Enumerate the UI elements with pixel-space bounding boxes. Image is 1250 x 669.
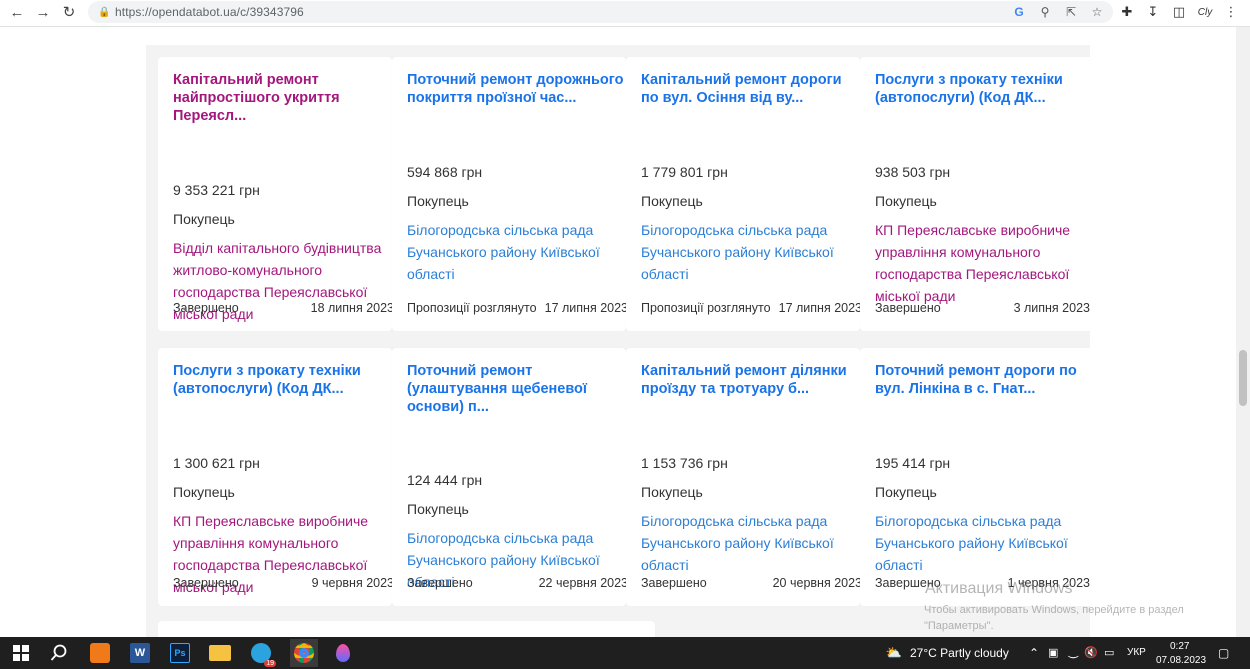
network-icon[interactable]: ⏝ — [1068, 646, 1079, 659]
tender-card[interactable]: Поточний ремонт дорожнього покриття прої… — [392, 57, 629, 331]
buyer-link[interactable]: Білогородська сільська рада Бучанського … — [641, 510, 863, 576]
buyer-link[interactable]: Білогородська сільська рада Бучанського … — [407, 219, 629, 285]
bookmark-star-icon[interactable]: ☆ — [1089, 4, 1105, 20]
download-icon[interactable]: ↧ — [1144, 2, 1162, 22]
volume-icon[interactable]: 🔇 — [1084, 646, 1098, 659]
partial-card — [158, 621, 655, 637]
tender-amount: 1 779 801 грн — [641, 164, 728, 180]
buyer-label: Покупець — [641, 484, 703, 500]
windows-taskbar: W Ps 19 ⛅ 27°C Partly cloudy ⌃ ▣ ⏝ 🔇 ▭ У… — [0, 637, 1250, 669]
sidepanel-icon[interactable]: ◫ — [1170, 2, 1188, 22]
tender-title[interactable]: Послуги з прокату техніки (автопослуги) … — [875, 71, 1095, 107]
tender-amount: 195 414 грн — [875, 455, 951, 471]
tender-card[interactable]: Поточний ремонт (улаштування щебеневої о… — [392, 348, 628, 606]
tender-amount: 1 300 621 грн — [173, 455, 260, 471]
tender-amount: 124 444 грн — [407, 472, 483, 488]
share-icon[interactable]: ⇱ — [1063, 4, 1079, 20]
tender-title[interactable]: Капітальний ремонт ділянки проїзду та тр… — [641, 362, 861, 398]
buyer-label: Покупець — [173, 211, 235, 227]
telegram-icon[interactable]: 19 — [249, 641, 276, 667]
page-content: Капітальний ремонт найпростішого укриття… — [0, 27, 1236, 637]
tender-date: 3 липня 2023 — [1013, 301, 1090, 315]
page-scrollbar[interactable] — [1236, 27, 1250, 637]
photoshop-icon[interactable]: Ps — [168, 641, 192, 665]
tender-card[interactable]: Капітальний ремонт ділянки проїзду та тр… — [626, 348, 863, 606]
tender-card[interactable]: Послуги з прокату техніки (автопослуги) … — [158, 348, 394, 606]
tender-title[interactable]: Послуги з прокату техніки (автопослуги) … — [173, 362, 393, 398]
clock-date[interactable]: 07.08.2023 — [1156, 655, 1206, 666]
tender-date: 17 липня 2023 — [544, 301, 628, 315]
tray-chevron-icon[interactable]: ⌃ — [1029, 646, 1039, 660]
buyer-link[interactable]: Білогородська сільська рада Бучанського … — [875, 510, 1089, 576]
buyer-label: Покупець — [641, 193, 703, 209]
tender-status: Пропозиції розглянуто — [407, 301, 537, 315]
tender-card[interactable]: Поточний ремонт дороги по вул. Лінкіна в… — [860, 348, 1090, 606]
back-icon[interactable]: ← — [4, 0, 30, 24]
tender-card[interactable]: Послуги з прокату техніки (автопослуги) … — [860, 57, 1090, 331]
battery-icon[interactable]: ▭ — [1104, 646, 1114, 659]
chrome-icon[interactable] — [290, 639, 318, 667]
folder-icon[interactable] — [208, 641, 232, 665]
notification-icon[interactable]: ▢ — [1218, 646, 1229, 660]
tender-date: 9 червня 2023 — [311, 576, 394, 590]
tender-status: Завершено — [173, 576, 239, 590]
tray-app-icon[interactable]: ▣ — [1048, 646, 1058, 659]
buyer-link[interactable]: КП Переяславське виробниче управління ко… — [875, 219, 1089, 307]
lock-icon[interactable]: 🔒 — [98, 7, 110, 18]
tender-title[interactable]: Поточний ремонт дорожнього покриття прої… — [407, 71, 627, 107]
buyer-label: Покупець — [407, 193, 469, 209]
tender-status: Завершено — [173, 301, 239, 315]
browser-toolbar: ← → ↻ 🔒 https://opendatabot.ua/c/3934379… — [0, 0, 1250, 26]
buyer-label: Покупець — [173, 484, 235, 500]
extensions-icon[interactable]: ✚ — [1118, 2, 1136, 22]
search-icon[interactable] — [47, 641, 71, 665]
tender-amount: 9 353 221 грн — [173, 182, 260, 198]
address-bar[interactable]: 🔒 https://opendatabot.ua/c/39343796 G ⚲ … — [88, 1, 1113, 23]
app-orange-icon[interactable] — [88, 641, 112, 665]
telegram-badge: 19 — [264, 660, 276, 667]
weather-text[interactable]: 27°C Partly cloudy — [910, 646, 1009, 660]
forward-icon[interactable]: → — [30, 0, 56, 24]
windows-start-icon[interactable] — [9, 641, 33, 665]
buyer-label: Покупець — [407, 501, 469, 517]
tender-status: Пропозиції розглянуто — [641, 301, 771, 315]
word-icon[interactable]: W — [128, 641, 152, 665]
menu-icon[interactable]: ⋮ — [1222, 2, 1240, 22]
tender-date: 17 липня 2023 — [778, 301, 862, 315]
tender-title[interactable]: Капітальний ремонт найпростішого укриття… — [173, 71, 393, 125]
tender-amount: 938 503 грн — [875, 164, 951, 180]
zoom-icon[interactable]: ⚲ — [1037, 4, 1053, 20]
buyer-link[interactable]: Білогородська сільська рада Бучанського … — [641, 219, 863, 285]
buyer-label: Покупець — [875, 484, 937, 500]
tender-status: Завершено — [407, 576, 473, 590]
profile-icon[interactable]: Cly — [1196, 2, 1214, 22]
tender-date: 18 липня 2023 — [310, 301, 394, 315]
language-indicator[interactable]: УКР — [1127, 647, 1146, 658]
tender-title[interactable]: Поточний ремонт дороги по вул. Лінкіна в… — [875, 362, 1095, 398]
tender-card[interactable]: Капітальний ремонт найпростішого укриття… — [158, 57, 394, 331]
url-text[interactable]: https://opendatabot.ua/c/39343796 — [115, 5, 304, 19]
scrollbar-thumb[interactable] — [1239, 350, 1247, 406]
clock-time[interactable]: 0:27 — [1170, 641, 1189, 652]
tender-status: Завершено — [641, 576, 707, 590]
tender-date: 20 червня 2023 — [772, 576, 862, 590]
reload-icon[interactable]: ↻ — [56, 0, 82, 24]
tender-status: Завершено — [875, 301, 941, 315]
tender-amount: 1 153 736 грн — [641, 455, 728, 471]
tender-card[interactable]: Капітальний ремонт дороги по вул. Осіння… — [626, 57, 863, 331]
tender-title[interactable]: Поточний ремонт (улаштування щебеневої о… — [407, 362, 627, 416]
windows-activation-text: Чтобы активировать Windows, перейдите в … — [924, 604, 1184, 632]
tender-title[interactable]: Капітальний ремонт дороги по вул. Осіння… — [641, 71, 861, 107]
buyer-label: Покупець — [875, 193, 937, 209]
drop-app-icon[interactable] — [331, 641, 355, 665]
tender-amount: 594 868 грн — [407, 164, 483, 180]
tender-date: 22 червня 2023 — [538, 576, 628, 590]
windows-activation-title: Активация Windows — [925, 580, 1073, 597]
google-icon[interactable]: G — [1011, 4, 1027, 20]
weather-icon[interactable]: ⛅ — [882, 641, 906, 665]
